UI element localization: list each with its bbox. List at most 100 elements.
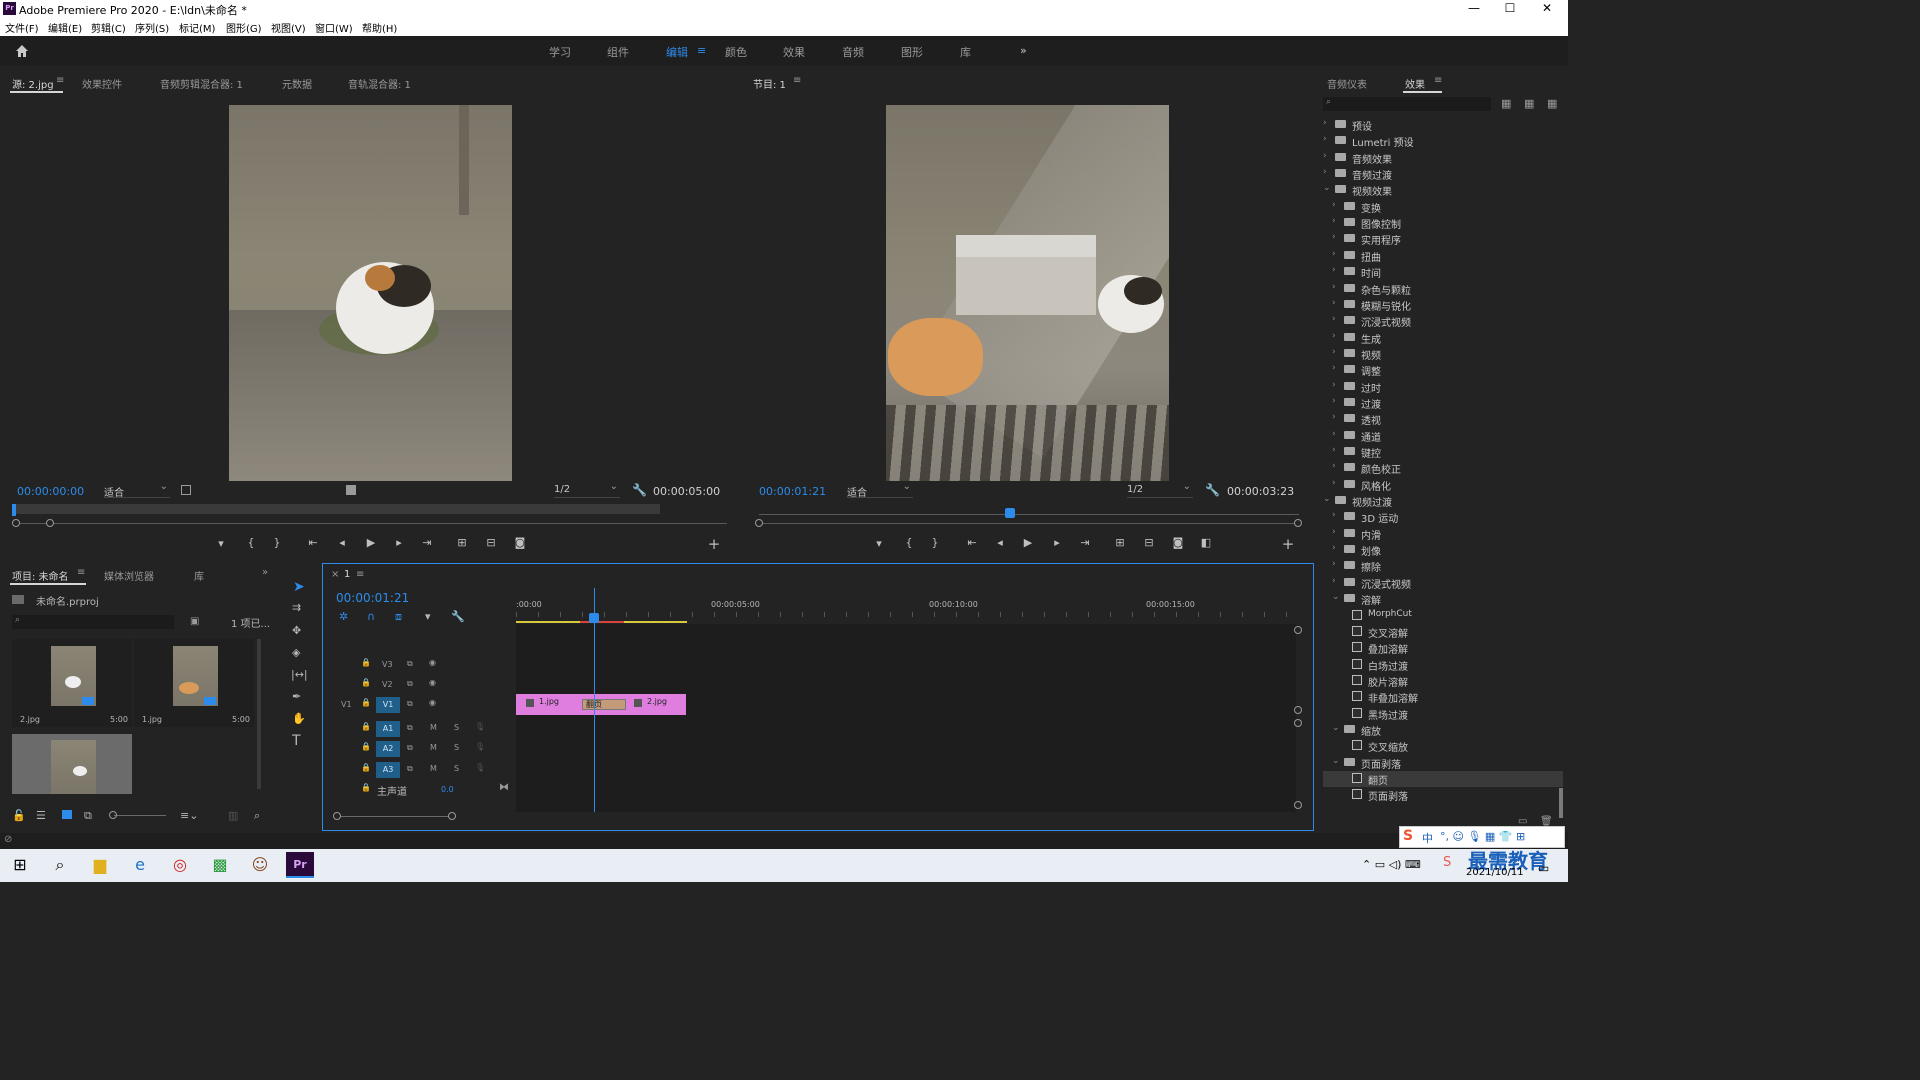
- effects-tree-item[interactable]: › Lumetri 预设: [1323, 133, 1559, 149]
- automate-icon[interactable]: ▥: [228, 809, 238, 822]
- ime-language[interactable]: 中: [1422, 830, 1433, 846]
- mute-button[interactable]: M: [430, 764, 437, 773]
- effects-tree-item[interactable]: › 键控: [1332, 444, 1559, 460]
- workspace-assembly[interactable]: 组件: [607, 44, 629, 60]
- effects-tree-item[interactable]: › 划像: [1332, 542, 1559, 558]
- source-go-to-out-icon[interactable]: ⇥: [419, 536, 435, 549]
- maximize-button[interactable]: ☐: [1494, 1, 1526, 17]
- source-mark-out-icon[interactable]: }: [269, 536, 285, 549]
- source-overwrite-icon[interactable]: ⊟: [483, 536, 499, 549]
- razor-tool-icon[interactable]: ◈: [292, 646, 300, 659]
- effects-menu-icon[interactable]: ≡: [1434, 75, 1442, 86]
- chevron-right-icon[interactable]: ›: [1332, 527, 1336, 537]
- program-add-marker-icon[interactable]: ▾: [871, 537, 887, 550]
- tab-program[interactable]: 节目: 1: [753, 76, 786, 91]
- solo-button[interactable]: S: [454, 764, 459, 773]
- timeline-zoom-bar[interactable]: [336, 816, 456, 817]
- chevron-right-icon[interactable]: ›: [1332, 429, 1336, 439]
- eye-icon[interactable]: ◉: [429, 698, 436, 707]
- workspace-libraries[interactable]: 库: [960, 44, 971, 60]
- sort-icon[interactable]: ≡⌄: [180, 809, 198, 822]
- yuv-effects-icon[interactable]: ▦: [1547, 97, 1557, 110]
- source-time-ruler[interactable]: [12, 504, 660, 514]
- microphone-icon[interactable]: 🎙: [475, 742, 485, 751]
- tab-sequence[interactable]: 1: [344, 569, 350, 580]
- program-lift-icon[interactable]: ⊞: [1112, 536, 1128, 549]
- tab-libraries[interactable]: 库: [194, 568, 204, 583]
- effects-tree-item[interactable]: › 过时: [1332, 379, 1559, 395]
- source-fit-select[interactable]: 适合: [104, 481, 170, 499]
- tab-media-browser[interactable]: 媒体浏览器: [104, 568, 154, 583]
- source-drag-video-icon[interactable]: [346, 485, 356, 495]
- effects-tree-item[interactable]: › 视频: [1332, 346, 1559, 362]
- program-go-to-out-icon[interactable]: ⇥: [1077, 536, 1093, 549]
- chevron-right-icon[interactable]: ›: [1332, 216, 1336, 226]
- video-scroll-handle[interactable]: [1294, 626, 1302, 634]
- chevron-right-icon[interactable]: ›: [1323, 134, 1327, 144]
- audio-scroll-handle[interactable]: [1294, 801, 1302, 809]
- premiere-taskbar-icon[interactable]: Pr: [286, 852, 314, 878]
- effects-tree-item[interactable]: ⌄ 缩放: [1332, 722, 1559, 738]
- chevron-right-icon[interactable]: ›: [1332, 265, 1336, 275]
- chevron-right-icon[interactable]: ›: [1332, 543, 1336, 553]
- tab-audio-clip-mixer[interactable]: 音频剪辑混合器: 1: [160, 76, 243, 91]
- transition-page-turn[interactable]: 翻页: [582, 699, 626, 710]
- chevron-right-icon[interactable]: ›: [1332, 249, 1336, 259]
- project-item-2jpg[interactable]: 2.jpg 5:00: [12, 639, 132, 727]
- new-bin-from-search-icon[interactable]: ▣: [190, 616, 199, 627]
- effects-tree-item[interactable]: › 调整: [1332, 362, 1559, 378]
- lock-icon[interactable]: 🔒: [361, 722, 371, 731]
- ime-icon[interactable]: S: [1443, 855, 1451, 870]
- program-step-forward-icon[interactable]: ▸: [1049, 536, 1065, 549]
- program-fit-select[interactable]: 适合: [847, 481, 913, 499]
- effects-tree-item[interactable]: › 变换: [1332, 199, 1559, 215]
- chevron-right-icon[interactable]: ›: [1332, 559, 1336, 569]
- chevron-right-icon[interactable]: ›: [1332, 396, 1336, 406]
- effects-tree-item[interactable]: › 风格化: [1332, 477, 1559, 493]
- project-menu-icon[interactable]: ≡: [77, 567, 85, 578]
- effects-tree-item[interactable]: › 音频效果: [1323, 150, 1559, 166]
- chevron-right-icon[interactable]: ›: [1332, 200, 1336, 210]
- effects-tree-item[interactable]: › 杂色与颗粒: [1332, 281, 1559, 297]
- source-patch-label[interactable]: V1: [341, 700, 352, 709]
- chevron-down-icon[interactable]: ⌄: [1332, 723, 1340, 733]
- workspace-graphics[interactable]: 图形: [901, 44, 923, 60]
- effects-tree-item[interactable]: ⌄ 溶解: [1332, 591, 1559, 607]
- chevron-right-icon[interactable]: ›: [1332, 461, 1336, 471]
- program-time-ruler[interactable]: [759, 514, 1299, 515]
- eye-icon[interactable]: ◉: [429, 658, 436, 667]
- sync-lock-icon[interactable]: ⧉: [407, 699, 413, 709]
- program-timecode[interactable]: 00:00:01:21: [759, 485, 826, 498]
- home-icon[interactable]: [14, 43, 30, 59]
- selection-tool-icon[interactable]: ➤: [293, 579, 305, 595]
- chevron-right-icon[interactable]: ›: [1332, 282, 1336, 292]
- microphone-icon[interactable]: 🎙: [475, 722, 485, 731]
- effects-tree-item[interactable]: ⌄ 页面剥落: [1332, 755, 1559, 771]
- zoom-slider[interactable]: [114, 815, 166, 816]
- source-timecode[interactable]: 00:00:00:00: [17, 485, 84, 498]
- program-step-back-icon[interactable]: ◂: [992, 536, 1008, 549]
- source-settings-icon[interactable]: 🔧: [632, 483, 647, 497]
- project-item-1jpg[interactable]: 1.jpg 5:00: [134, 639, 254, 727]
- source-insert-icon[interactable]: ⊞: [454, 536, 470, 549]
- video-scroll-handle[interactable]: [1294, 706, 1302, 714]
- effects-tree-item[interactable]: › 预设: [1323, 117, 1559, 133]
- effects-tree-item[interactable]: › 过渡: [1332, 395, 1559, 411]
- effects-tree-item[interactable]: ⌄ 视频过渡: [1323, 493, 1559, 509]
- effects-tree-item[interactable]: › 模糊与锐化: [1332, 297, 1559, 313]
- find-icon[interactable]: ⌕: [254, 809, 260, 823]
- effects-scrollbar[interactable]: [1559, 788, 1563, 818]
- tab-metadata[interactable]: 元数据: [282, 76, 312, 91]
- workspace-learn[interactable]: 学习: [549, 44, 571, 60]
- list-view-icon[interactable]: ☰: [36, 809, 46, 822]
- chevron-right-icon[interactable]: ›: [1332, 363, 1336, 373]
- hand-tool-icon[interactable]: ✋: [292, 712, 306, 725]
- source-go-to-in-icon[interactable]: ⇤: [305, 536, 321, 549]
- effects-tree-item[interactable]: › 3D 运动: [1332, 509, 1559, 525]
- chevron-right-icon[interactable]: ›: [1332, 445, 1336, 455]
- chevron-right-icon[interactable]: ›: [1323, 151, 1327, 161]
- source-play-icon[interactable]: ▶: [363, 536, 379, 549]
- project-item-sequence[interactable]: [12, 734, 132, 794]
- chevron-right-icon[interactable]: ›: [1332, 232, 1336, 242]
- program-add-button-icon[interactable]: +: [1280, 535, 1296, 553]
